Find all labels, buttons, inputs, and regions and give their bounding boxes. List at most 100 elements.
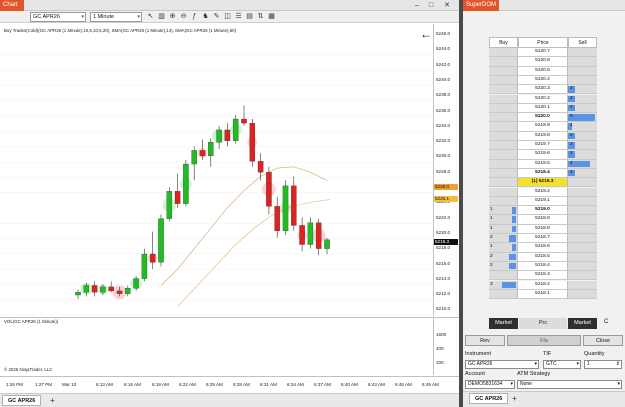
- drawing-tools-icon[interactable]: ✎: [212, 12, 221, 21]
- dom-tab-gc-apr26[interactable]: GC APR26: [469, 393, 509, 404]
- sell-cell[interactable]: [568, 187, 597, 197]
- sell-cell[interactable]: [568, 234, 597, 244]
- sell-cell[interactable]: [568, 57, 597, 67]
- cancel-orders-label[interactable]: C: [604, 319, 608, 325]
- sell-cell[interactable]: [568, 271, 597, 281]
- price-center-button[interactable]: Prc: [519, 318, 567, 329]
- buy-cell[interactable]: 1: [489, 215, 518, 225]
- chart-trader-icon[interactable]: ⇅: [256, 12, 265, 21]
- price-axis[interactable]: 5246.0 5244.0 5242.0 5240.0 5238.0 5236.0 5234…: [434, 24, 459, 316]
- tab-gc-apr26[interactable]: GC APR26: [2, 395, 42, 406]
- data-box-icon[interactable]: ▦: [267, 12, 276, 21]
- sell-cell[interactable]: [568, 48, 597, 58]
- volume-panel[interactable]: [0, 317, 434, 375]
- sell-cell[interactable]: 2: [568, 141, 597, 151]
- scroll-back-icon[interactable]: ←: [420, 28, 432, 40]
- sell-cell[interactable]: [568, 224, 597, 234]
- buy-cell[interactable]: 3: [489, 280, 518, 290]
- sell-cell[interactable]: [568, 261, 597, 272]
- templates-icon[interactable]: ▤: [245, 12, 254, 21]
- buy-cell[interactable]: [489, 122, 518, 132]
- buy-cell[interactable]: [489, 150, 518, 160]
- price-cell[interactable]: 5220.0: [518, 113, 568, 123]
- price-cell[interactable]: 5220.4: [518, 75, 568, 86]
- sell-cell[interactable]: [568, 215, 597, 225]
- interval-selector[interactable]: 1 Minute ▾: [90, 12, 142, 22]
- buy-cell[interactable]: 2: [489, 234, 518, 244]
- bar-style-icon[interactable]: ▥: [157, 12, 166, 21]
- market-buy-button[interactable]: Market: [489, 318, 518, 329]
- buy-cell[interactable]: [489, 85, 518, 95]
- sell-cell[interactable]: 1: [568, 122, 597, 132]
- maximize-icon[interactable]: □: [425, 0, 437, 11]
- buy-cell[interactable]: [489, 66, 518, 76]
- tif-selector[interactable]: GTC ▾: [543, 360, 581, 369]
- sell-cell[interactable]: [568, 243, 597, 253]
- last-price-cell[interactable]: (1) 5219.3: [518, 178, 568, 188]
- buy-cell[interactable]: [489, 131, 518, 141]
- price-cell[interactable]: 5220.7: [518, 48, 568, 58]
- sell-cell[interactable]: [568, 196, 597, 207]
- reverse-button[interactable]: Rev: [465, 335, 505, 346]
- buy-cell[interactable]: 2: [489, 252, 518, 262]
- properties-icon[interactable]: ☰: [234, 12, 243, 21]
- price-cell[interactable]: 5218.6: [518, 243, 568, 253]
- sell-cell[interactable]: [568, 289, 597, 300]
- zoom-out-icon[interactable]: ⊖: [179, 12, 188, 21]
- buy-cell[interactable]: [489, 141, 518, 151]
- price-cell[interactable]: 5220.5: [518, 66, 568, 76]
- price-cell[interactable]: 5218.9: [518, 215, 568, 225]
- atm-strategy-selector[interactable]: None ▾: [517, 380, 622, 389]
- buy-cell[interactable]: [489, 178, 518, 188]
- price-cell[interactable]: 5219.4: [518, 168, 568, 179]
- buy-cell[interactable]: 1: [489, 206, 518, 216]
- sell-cell[interactable]: 2: [568, 103, 597, 114]
- buy-cell[interactable]: [489, 196, 518, 207]
- sell-cell[interactable]: 2: [568, 168, 597, 179]
- objects-icon[interactable]: ◫: [223, 12, 232, 21]
- cursor-icon[interactable]: ↖: [146, 12, 155, 21]
- sell-cell[interactable]: 2: [568, 94, 597, 104]
- buy-cell[interactable]: 1: [489, 224, 518, 234]
- sell-cell[interactable]: [568, 178, 597, 188]
- sell-cell[interactable]: [568, 206, 597, 216]
- price-cell[interactable]: 5218.8: [518, 224, 568, 234]
- price-cell[interactable]: 5219.1: [518, 196, 568, 207]
- close-position-button[interactable]: Close: [583, 335, 623, 346]
- buy-cell[interactable]: [489, 103, 518, 114]
- indicators-icon[interactable]: ƒ: [190, 12, 199, 21]
- buy-cell[interactable]: [489, 168, 518, 179]
- market-sell-button[interactable]: Market: [568, 318, 597, 329]
- sell-cell[interactable]: [568, 75, 597, 86]
- sell-cell[interactable]: [568, 66, 597, 76]
- buy-cell[interactable]: [489, 113, 518, 123]
- buy-cell[interactable]: 1: [489, 243, 518, 253]
- sell-cell[interactable]: 4: [568, 159, 597, 169]
- price-cell[interactable]: 5220.2: [518, 94, 568, 104]
- price-cell[interactable]: 5219.5: [518, 159, 568, 169]
- price-cell[interactable]: 5219.6: [518, 150, 568, 160]
- price-cell[interactable]: 5219.9: [518, 122, 568, 132]
- buy-cell[interactable]: [489, 289, 518, 300]
- price-cell[interactable]: 5220.3: [518, 85, 568, 95]
- price-cell[interactable]: 5218.3: [518, 271, 568, 281]
- buy-cell[interactable]: [489, 57, 518, 67]
- candlestick-chart[interactable]: [0, 24, 434, 316]
- sell-cell[interactable]: [568, 252, 597, 262]
- account-selector[interactable]: DEMO5831634 ▾: [465, 380, 515, 389]
- sell-cell[interactable]: 2: [568, 85, 597, 95]
- time-axis[interactable]: 1:26 PM 1:27 PM Mar 10 6:13 AM 6:16 AM 6:19 A…: [0, 376, 459, 392]
- dom-instrument-selector[interactable]: GC APR26 ▾: [465, 360, 539, 369]
- flatten-button[interactable]: Fla: [507, 335, 581, 346]
- sell-cell[interactable]: 2: [568, 150, 597, 160]
- dom-add-tab-button[interactable]: +: [510, 393, 519, 404]
- close-icon[interactable]: ✕: [441, 0, 453, 11]
- price-cell[interactable]: 5218.7: [518, 234, 568, 244]
- buy-cell[interactable]: [489, 159, 518, 169]
- buy-cell[interactable]: [489, 48, 518, 58]
- strategies-icon[interactable]: ♞: [201, 12, 210, 21]
- quantity-stepper[interactable]: 1 ⇕: [584, 360, 622, 369]
- price-cell[interactable]: 5218.2: [518, 280, 568, 290]
- sell-cell[interactable]: 2: [568, 131, 597, 141]
- buy-cell[interactable]: 2: [489, 261, 518, 272]
